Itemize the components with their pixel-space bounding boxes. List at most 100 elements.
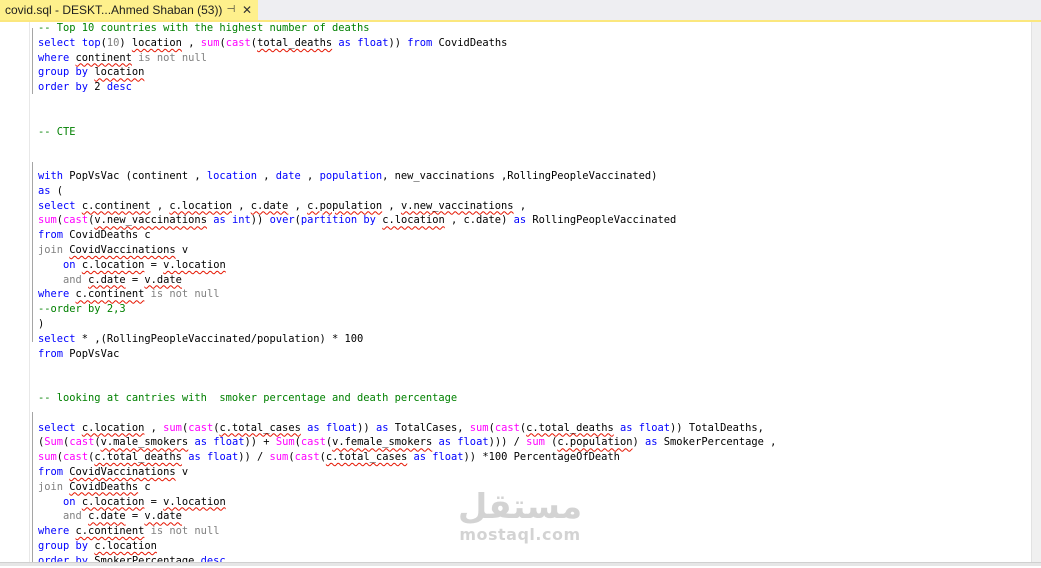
code-line: select * ,(RollingPeopleVaccinated/popul…	[38, 332, 1028, 347]
code-line: where continent is not null	[38, 51, 1028, 66]
code-line: )	[38, 317, 1028, 332]
code-token: v.male_smokers	[100, 436, 189, 449]
code-token: from	[38, 229, 64, 242]
watermark-logo: مستقل	[457, 487, 583, 527]
code-token: order by	[38, 81, 89, 94]
code-token: with	[38, 169, 64, 182]
code-token: cast	[69, 436, 95, 449]
code-token: as	[307, 421, 320, 434]
code-token: c.continent	[75, 288, 145, 301]
code-token: as	[413, 451, 426, 464]
code-token: ,	[513, 199, 527, 212]
code-token: population	[319, 169, 383, 182]
code-token: 2	[88, 81, 107, 94]
code-line: -- CTE	[38, 125, 1028, 140]
code-token: ,	[288, 199, 308, 212]
code-token: =	[125, 273, 145, 286]
pin-icon[interactable]: ⊣	[224, 3, 238, 17]
code-token: cast	[300, 436, 326, 449]
code-token: as	[38, 184, 51, 197]
code-token: location	[206, 169, 257, 182]
sql-editor[interactable]: -- Top 10 countries with the highest num…	[38, 21, 1028, 568]
code-token: from	[407, 36, 433, 49]
code-token: from	[38, 465, 64, 478]
watermark-text: mostaql.com	[459, 525, 581, 544]
code-token: ,	[300, 169, 320, 182]
code-token: v.female_smokers	[332, 436, 433, 449]
code-token: float	[638, 421, 671, 434]
code-line: as (	[38, 184, 1028, 199]
code-token: * ,(RollingPeopleVaccinated/population) …	[75, 332, 364, 345]
code-token: where	[38, 525, 70, 538]
code-token: top	[81, 36, 101, 49]
code-line: -- looking at cantries with smoker perce…	[38, 391, 1028, 406]
code-token: desc	[106, 81, 132, 94]
code-token: v	[175, 243, 189, 256]
code-token: ,	[382, 199, 401, 212]
close-icon[interactable]: ✕	[240, 3, 254, 17]
code-token: sum	[38, 214, 57, 227]
code-token: select	[38, 421, 76, 434]
code-token: ))) /	[488, 436, 527, 449]
code-token: c.location	[169, 199, 232, 212]
code-token: group by	[38, 539, 89, 552]
document-tab[interactable]: covid.sql - DESKT...Ahmed Shaban (53)) ⊣…	[0, 0, 258, 20]
code-token: --order by 2,3	[38, 303, 126, 316]
code-token: sum	[200, 36, 220, 49]
code-token: c.population	[307, 199, 383, 212]
code-token: c.location	[94, 539, 157, 552]
code-token: c.location	[81, 258, 145, 271]
code-token: v.location	[163, 495, 226, 508]
code-token: is not null	[150, 525, 220, 538]
code-token: group by	[38, 66, 89, 79]
code-token: (	[50, 184, 64, 197]
code-token: and	[63, 273, 82, 286]
code-token: cast	[494, 421, 520, 434]
line-gutter	[0, 22, 28, 562]
code-line: sum(cast(c.total_deaths as float)) / sum…	[38, 450, 1028, 465]
code-token: c.location	[382, 214, 445, 227]
code-token: )) +	[244, 436, 276, 449]
mostaql-watermark: مستقل mostaql.com	[455, 488, 585, 544]
code-token: sum	[269, 451, 289, 464]
code-token: select	[38, 332, 76, 345]
code-token: partition by	[300, 214, 376, 227]
code-line: from CovidVaccinations v	[38, 465, 1028, 480]
code-token: RollingPeopleVaccinated	[526, 214, 677, 227]
code-token: ,	[144, 421, 164, 434]
code-token: sum	[38, 451, 57, 464]
code-token: v.date	[144, 510, 182, 523]
code-token: ))	[250, 214, 270, 227]
code-token: int	[232, 214, 251, 227]
horizontal-scrollbar[interactable]	[0, 562, 1041, 566]
code-token: c.date	[88, 273, 126, 286]
code-token: c.continent	[81, 199, 151, 212]
code-token: sum	[526, 436, 545, 449]
code-token: cast	[225, 36, 251, 49]
code-token: v.date	[144, 273, 182, 286]
code-token: -- looking at cantries with smoker perce…	[38, 391, 458, 404]
fold-region-2	[32, 162, 33, 342]
code-token: c.continent	[75, 525, 145, 538]
code-token: v.new_vaccinations	[400, 199, 514, 212]
code-token: as	[513, 214, 527, 227]
code-line: --order by 2,3	[38, 302, 1028, 317]
code-token: sum	[163, 421, 182, 434]
code-token: where	[38, 288, 70, 301]
code-token: join	[38, 480, 64, 493]
code-token: Sum	[275, 436, 295, 449]
code-line: select c.location , sum(cast(c.total_cas…	[38, 421, 1028, 436]
code-token: where	[38, 51, 70, 64]
code-token: c.date	[250, 199, 289, 212]
code-token: )) TotalDeaths,	[670, 421, 764, 434]
document-tab-strip: covid.sql - DESKT...Ahmed Shaban (53)) ⊣…	[0, 0, 1041, 22]
code-token: c.total_deaths	[526, 421, 614, 434]
code-token: c.population	[557, 436, 633, 449]
vertical-scrollbar[interactable]	[1031, 22, 1041, 562]
